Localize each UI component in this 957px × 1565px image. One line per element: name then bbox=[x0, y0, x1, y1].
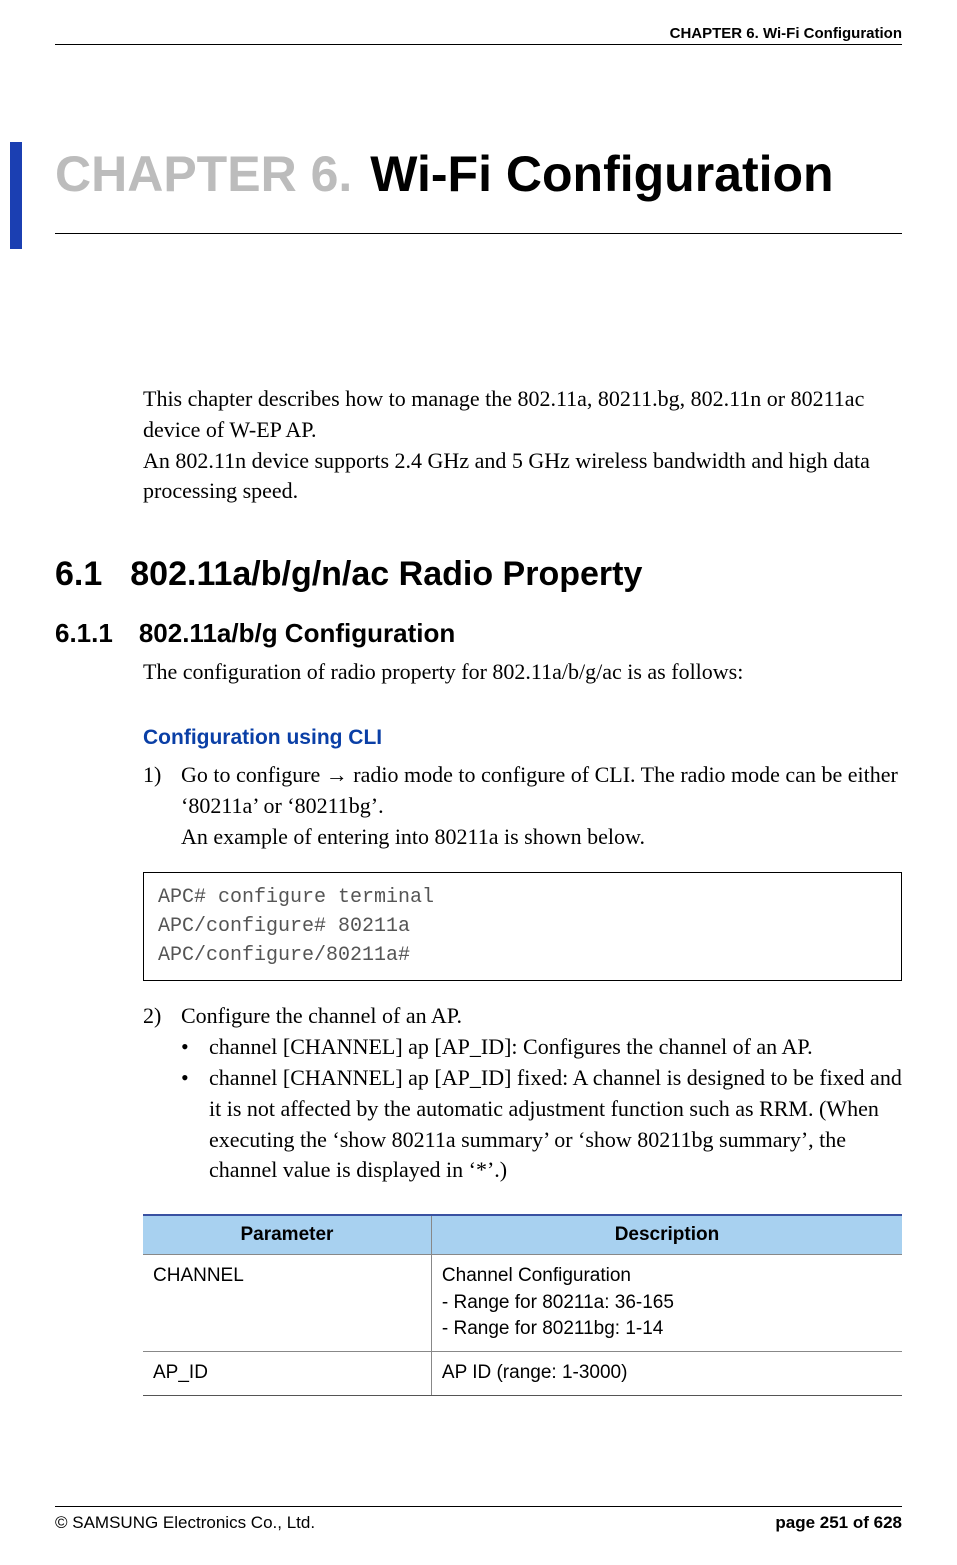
step-number: 1) bbox=[143, 760, 181, 822]
intro-paragraph-1: This chapter describes how to manage the… bbox=[143, 384, 902, 446]
section-number: 6.1 bbox=[55, 555, 102, 593]
page-footer: © SAMSUNG Electronics Co., Ltd. page 251… bbox=[55, 1506, 902, 1533]
step-2: 2) Configure the channel of an AP. bbox=[143, 1001, 902, 1032]
list-item: • channel [CHANNEL] ap [AP_ID]: Configur… bbox=[181, 1032, 902, 1063]
bullet-text: channel [CHANNEL] ap [AP_ID] fixed: A ch… bbox=[209, 1063, 902, 1186]
subsection-title: 802.11a/b/g Configuration bbox=[139, 618, 455, 648]
table-row: AP_ID AP ID (range: 1-3000) bbox=[143, 1351, 902, 1395]
step-1: 1) Go to configure → radio mode to confi… bbox=[143, 760, 902, 822]
subsection-heading-6-1-1: 6.1.1 802.11a/b/g Configuration bbox=[55, 618, 902, 649]
bullet-icon: • bbox=[181, 1032, 209, 1063]
table-row: CHANNEL Channel Configuration - Range fo… bbox=[143, 1255, 902, 1352]
page-header: CHAPTER 6. Wi-Fi Configuration bbox=[55, 25, 902, 45]
column-header-description: Description bbox=[431, 1215, 902, 1255]
page-number: page 251 of 628 bbox=[775, 1513, 902, 1533]
chapter-accent-bar bbox=[10, 142, 22, 249]
chapter-title: Wi-Fi Configuration bbox=[370, 146, 833, 202]
intro-paragraph-2: An 802.11n device supports 2.4 GHz and 5… bbox=[143, 446, 902, 508]
subsection-intro: The configuration of radio property for … bbox=[143, 657, 902, 688]
bullet-text: channel [CHANNEL] ap [AP_ID]: Configures… bbox=[209, 1032, 902, 1063]
subsection-number: 6.1.1 bbox=[55, 618, 113, 648]
cell-description: AP ID (range: 1-3000) bbox=[431, 1351, 902, 1395]
section-heading-6-1: 6.1 802.11a/b/g/n/ac Radio Property bbox=[55, 555, 902, 594]
step-1-continued: An example of entering into 80211a is sh… bbox=[181, 822, 902, 853]
chapter-number: CHAPTER 6. bbox=[55, 146, 352, 202]
step-number: 2) bbox=[143, 1001, 181, 1032]
table-header-row: Parameter Description bbox=[143, 1215, 902, 1255]
code-block: APC# configure terminal APC/configure# 8… bbox=[143, 872, 902, 981]
cli-heading: Configuration using CLI bbox=[143, 726, 902, 750]
cell-parameter: AP_ID bbox=[143, 1351, 431, 1395]
section-title: 802.11a/b/g/n/ac Radio Property bbox=[130, 555, 642, 593]
bullet-icon: • bbox=[181, 1063, 209, 1186]
step-text: Configure the channel of an AP. bbox=[181, 1001, 902, 1032]
bullet-list: • channel [CHANNEL] ap [AP_ID]: Configur… bbox=[181, 1032, 902, 1186]
copyright: © SAMSUNG Electronics Co., Ltd. bbox=[55, 1513, 315, 1533]
list-item: • channel [CHANNEL] ap [AP_ID] fixed: A … bbox=[181, 1063, 902, 1186]
column-header-parameter: Parameter bbox=[143, 1215, 431, 1255]
chapter-intro: This chapter describes how to manage the… bbox=[143, 384, 902, 507]
chapter-heading-block: CHAPTER 6. Wi-Fi Configuration bbox=[55, 145, 902, 234]
parameter-table: Parameter Description CHANNEL Channel Co… bbox=[143, 1214, 902, 1395]
header-chapter-label: CHAPTER 6. Wi-Fi Configuration bbox=[670, 25, 902, 42]
cell-description: Channel Configuration - Range for 80211a… bbox=[431, 1255, 902, 1352]
step-text: Go to configure → radio mode to configur… bbox=[181, 760, 902, 822]
cell-parameter: CHANNEL bbox=[143, 1255, 431, 1352]
